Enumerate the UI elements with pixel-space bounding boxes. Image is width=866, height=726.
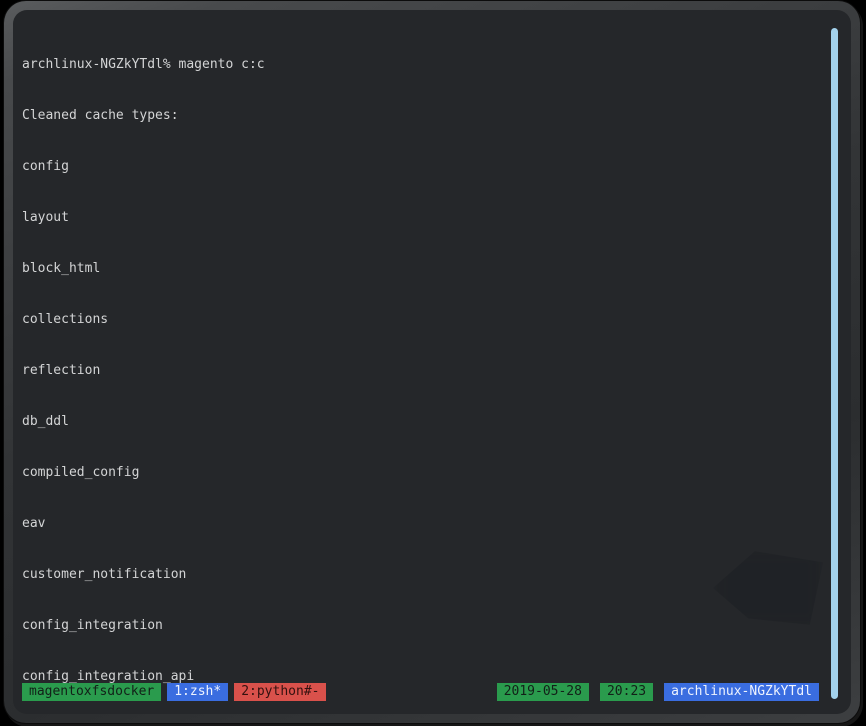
terminal-line: config_integration <box>22 617 823 634</box>
terminal-line: layout <box>22 209 823 226</box>
terminal-line: reflection <box>22 362 823 379</box>
terminal-window: archlinux-NGZkYTdl% magento c:c Cleaned … <box>4 1 860 723</box>
session-name-badge: magentoxfsdocker <box>22 683 161 701</box>
status-right-group: 2019-05-28 20:23 archlinux-NGZkYTdl <box>497 683 819 701</box>
terminal-screen[interactable]: archlinux-NGZkYTdl% magento c:c Cleaned … <box>13 10 851 714</box>
terminal[interactable]: archlinux-NGZkYTdl% magento c:c Cleaned … <box>22 22 823 714</box>
terminal-line: block_html <box>22 260 823 277</box>
terminal-line: archlinux-NGZkYTdl% magento c:c <box>22 56 823 73</box>
window-tab-zsh[interactable]: 1:zsh* <box>167 683 228 701</box>
terminal-line: collections <box>22 311 823 328</box>
window-tab-python[interactable]: 2:python#- <box>234 683 326 701</box>
scrollbar-thumb[interactable] <box>831 28 838 699</box>
terminal-line: Cleaned cache types: <box>22 107 823 124</box>
terminal-line: db_ddl <box>22 413 823 430</box>
status-hostname-badge: archlinux-NGZkYTdl <box>664 683 819 701</box>
terminal-line: config <box>22 158 823 175</box>
tmux-status-bar: magentoxfsdocker 1:zsh* 2:python#- 2019-… <box>22 683 819 701</box>
status-date-badge: 2019-05-28 <box>497 683 589 701</box>
terminal-line: eav <box>22 515 823 532</box>
status-left-group: magentoxfsdocker 1:zsh* 2:python#- <box>22 683 326 701</box>
terminal-line: compiled_config <box>22 464 823 481</box>
status-time-badge: 20:23 <box>600 683 653 701</box>
terminal-line: customer_notification <box>22 566 823 583</box>
